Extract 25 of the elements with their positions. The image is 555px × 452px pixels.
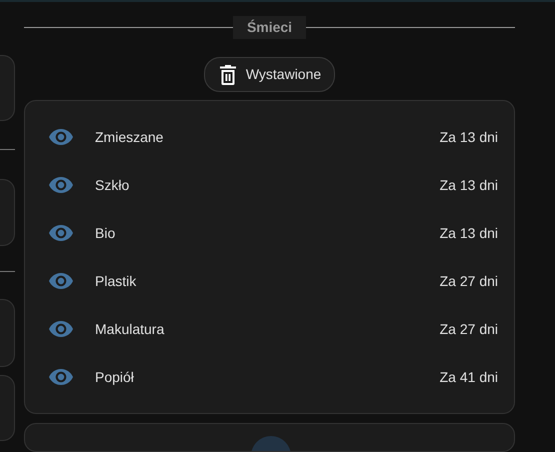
card-panel [0, 179, 15, 246]
eye-icon[interactable] [49, 177, 73, 194]
wystawione-button[interactable]: Wystawione [204, 57, 336, 92]
item-name: Bio [95, 224, 116, 243]
due-time: Za 27 dni [440, 320, 498, 339]
due-time: Za 13 dni [440, 128, 498, 147]
eye-icon[interactable] [49, 225, 73, 242]
item-name: Zmieszane [95, 128, 164, 147]
card-panel [0, 299, 15, 367]
trash-icon [220, 64, 236, 85]
item-name: Makulatura [95, 320, 166, 339]
item-name: Popiół [95, 368, 135, 387]
due-time: Za 13 dni [440, 224, 498, 243]
eye-icon[interactable] [49, 129, 73, 146]
card-panel [0, 375, 15, 441]
card-panel [0, 55, 15, 121]
item-name: Plastik [95, 272, 138, 291]
due-time: Za 41 dni [440, 368, 498, 387]
item-name: Szkło [95, 176, 130, 195]
eye-icon[interactable] [49, 369, 73, 386]
eye-icon[interactable] [49, 321, 73, 338]
section-title: Śmieci [232, 16, 306, 38]
due-time: Za 13 dni [440, 176, 498, 195]
eye-icon[interactable] [49, 273, 73, 290]
due-time: Za 27 dni [440, 272, 498, 291]
